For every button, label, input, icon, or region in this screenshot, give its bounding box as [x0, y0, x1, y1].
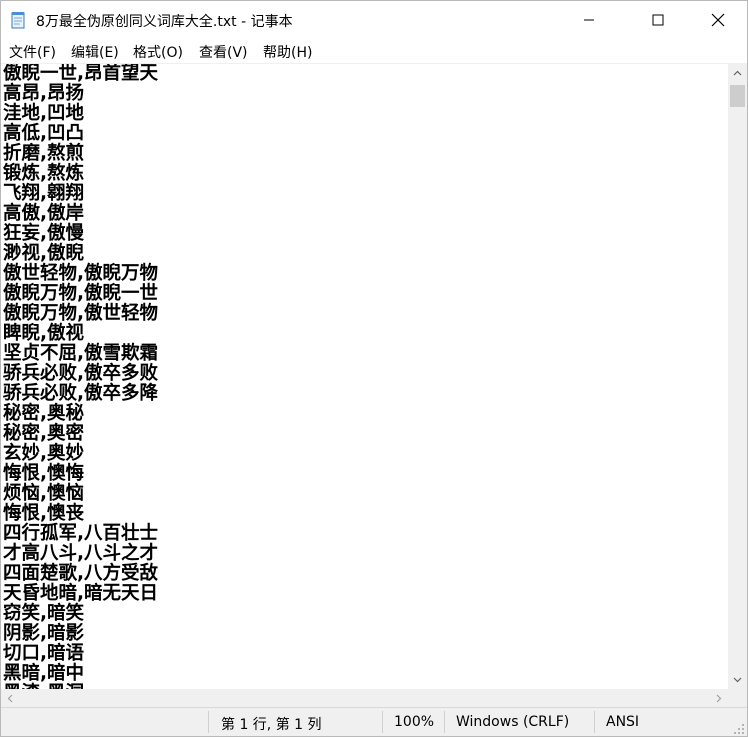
chevron-up-icon: [733, 70, 742, 75]
text-line: 睥睨,傲视: [3, 323, 85, 344]
scroll-down-button[interactable]: [728, 670, 747, 689]
scroll-up-button[interactable]: [728, 63, 747, 82]
text-line: 悔恨,懊悔: [3, 463, 85, 484]
text-line: 阴影,暗影: [3, 623, 85, 644]
title-bar[interactable]: 8万最全伪原创同义词库大全.txt - 记事本: [1, 1, 747, 39]
chevron-right-icon: [716, 694, 722, 702]
scroll-left-button[interactable]: [1, 689, 19, 707]
menu-bar: 文件(F) 编辑(E) 格式(O) 查看(V) 帮助(H): [1, 39, 747, 63]
status-separator: [444, 711, 445, 733]
minimize-icon: [584, 19, 594, 21]
maximize-button[interactable]: [635, 1, 681, 39]
close-icon: [711, 13, 725, 27]
text-line: 黑暗,暗中: [3, 663, 85, 684]
text-line: 渺视,傲睨: [3, 243, 85, 264]
text-line: 四行孤军,八百壮士: [3, 523, 159, 544]
status-separator: [208, 711, 209, 733]
status-separator: [594, 711, 595, 733]
encoding: ANSI: [606, 714, 640, 730]
vertical-scrollbar[interactable]: [728, 63, 747, 689]
text-line: 悔恨,懊丧: [3, 503, 85, 524]
notepad-icon: [11, 12, 25, 29]
text-line: 洼地,凹地: [3, 103, 85, 124]
status-separator: [382, 711, 383, 733]
text-line: 秘密,奥秘: [3, 403, 85, 424]
text-line: 窃笑,暗笑: [3, 603, 85, 624]
text-line: 才高八斗,八斗之才: [3, 543, 159, 564]
line-ending: Windows (CRLF): [456, 714, 570, 730]
zoom-level: 100%: [394, 714, 435, 730]
chevron-down-icon: [733, 677, 742, 682]
text-line: 飞翔,翱翔: [3, 183, 85, 204]
notepad-window: 8万最全伪原创同义词库大全.txt - 记事本 文件(F) 编辑(E) 格式(O…: [0, 0, 748, 737]
chevron-left-icon: [7, 694, 13, 702]
text-line: 烦恼,懊恼: [3, 483, 85, 504]
text-line: 天昏地暗,暗无天日: [3, 583, 159, 604]
menu-file[interactable]: 文件(F): [9, 42, 56, 62]
window-title: 8万最全伪原创同义词库大全.txt - 记事本: [36, 14, 293, 30]
text-line: 高昂,昂扬: [3, 83, 85, 104]
status-bar: 第 1 行, 第 1 列 100% Windows (CRLF) ANSI: [1, 707, 747, 736]
text-line: 秘密,奥密: [3, 423, 85, 444]
cursor-position: 第 1 行, 第 1 列: [221, 717, 322, 733]
minimize-button[interactable]: [566, 1, 612, 39]
scroll-corner: [728, 689, 747, 707]
menu-format[interactable]: 格式(O): [133, 42, 183, 62]
vertical-scroll-thumb[interactable]: [730, 85, 745, 107]
text-editor[interactable]: 傲睨一世,昂首望天 高昂,昂扬 洼地,凹地 高低,凹凸 折磨,熬煎 锻炼,熬炼 飞翔,翱翔高…: [1, 63, 728, 690]
resize-grip-icon[interactable]: [733, 723, 745, 735]
horizontal-scrollbar[interactable]: [1, 689, 728, 707]
text-line: 折磨,熬煎: [3, 143, 85, 164]
text-line: 傲睨万物,傲世轻物: [3, 303, 159, 324]
menu-help[interactable]: 帮助(H): [263, 42, 312, 62]
text-line: 高低,凹凸: [3, 123, 85, 144]
text-line: 玄妙,奥妙: [3, 443, 85, 464]
text-line: 骄兵必败,傲卒多败: [3, 363, 159, 384]
text-line: 傲世轻物,傲睨万物: [3, 263, 159, 284]
menu-view[interactable]: 查看(V): [199, 42, 248, 62]
text-line: 四面楚歌,八方受敌: [3, 563, 159, 584]
text-line: 高傲,傲岸: [3, 203, 85, 224]
text-line: 狂妄,傲慢: [3, 223, 85, 244]
text-content: 傲睨一世,昂首望天 高昂,昂扬 洼地,凹地 高低,凹凸 折磨,熬煎 锻炼,熬炼 飞翔,翱翔高…: [3, 64, 158, 690]
text-line: 锻炼,熬炼: [3, 163, 85, 184]
scroll-right-button[interactable]: [710, 689, 728, 707]
menu-edit[interactable]: 编辑(E): [71, 42, 119, 62]
text-line: 坚贞不屈,傲雪欺霜: [3, 343, 159, 364]
text-line: 傲睨一世,昂首望天: [3, 63, 159, 84]
text-line: 骄兵必败,傲卒多降: [3, 383, 159, 404]
maximize-icon: [652, 14, 664, 26]
text-line: 傲睨万物,傲睨一世: [3, 283, 159, 304]
close-button[interactable]: [695, 1, 741, 39]
text-line: 切口,暗语: [3, 643, 85, 664]
